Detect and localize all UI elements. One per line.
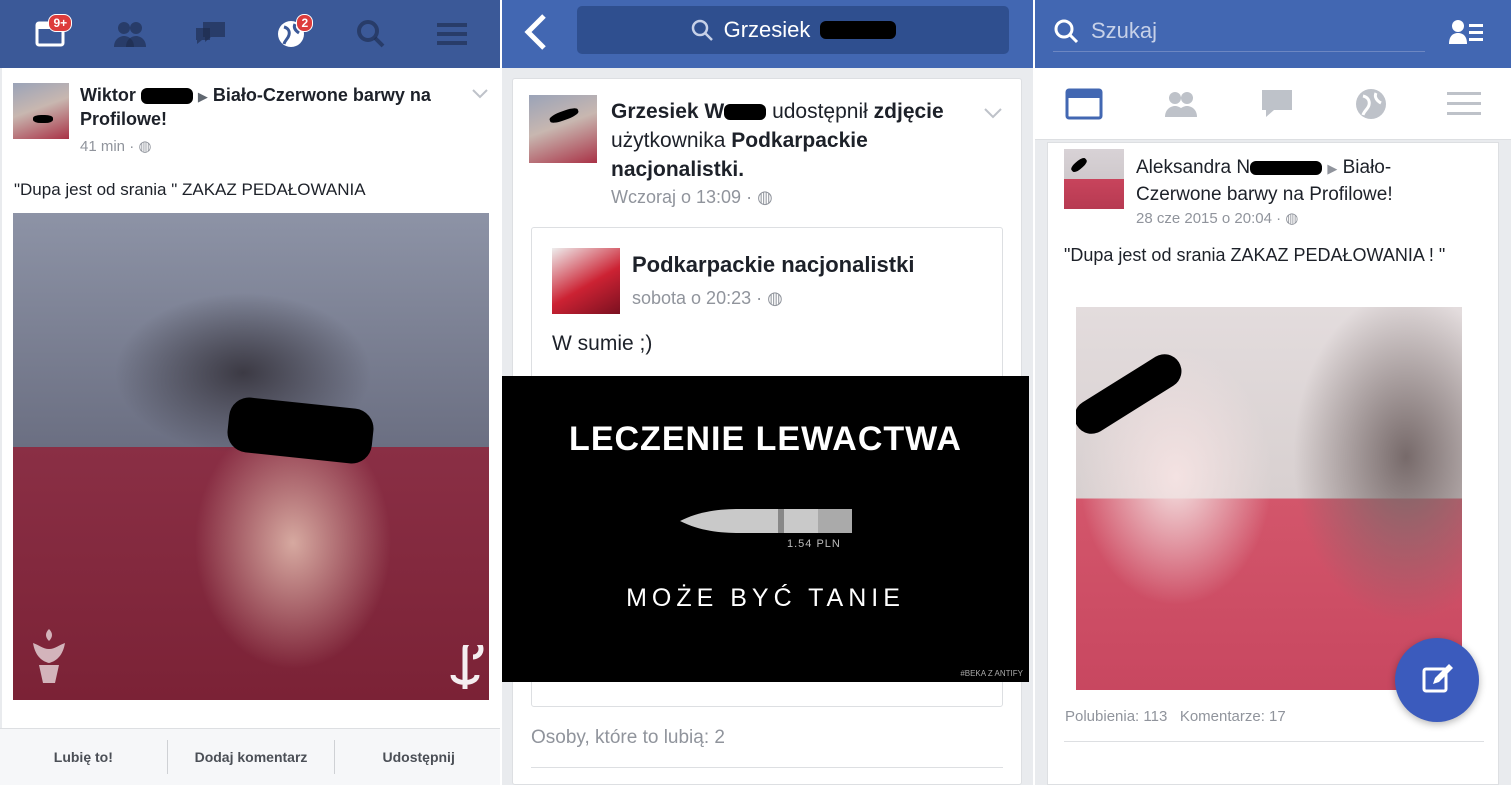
- news-feed-button[interactable]: 9+: [28, 12, 73, 56]
- post-options-chevron-icon[interactable]: [471, 88, 489, 100]
- post-time[interactable]: 28 cze 2015 o 20:04: [1136, 210, 1272, 227]
- menu-button[interactable]: [430, 12, 474, 56]
- meme-watermark: #BEKA Z ANTIFY: [960, 669, 1023, 678]
- panel-shared-post: Grzesiek Grzesiek W udostępnił zdjęcie u…: [502, 0, 1035, 785]
- search-field[interactable]: Grzesiek: [577, 6, 1009, 54]
- notifications-tab-icon[interactable]: [1354, 87, 1388, 121]
- author-name[interactable]: Grzesiek W: [611, 100, 724, 123]
- friend-requests-icon[interactable]: [1449, 18, 1483, 46]
- menu-tab-icon[interactable]: [1447, 90, 1482, 118]
- likes-count[interactable]: Osoby, które to lubią: 2: [531, 727, 725, 749]
- shared-text: W sumie ;): [552, 332, 653, 355]
- redacted-surname: [140, 88, 193, 105]
- messages-tab-icon[interactable]: [1260, 88, 1294, 120]
- shared-page-name[interactable]: Podkarpackie nacjonalistki: [632, 254, 914, 276]
- post-options-chevron-icon[interactable]: [983, 107, 1003, 121]
- like-button[interactable]: Lubię to!: [0, 741, 167, 773]
- comment-button[interactable]: Dodaj komentarz: [168, 741, 335, 773]
- post-meta: Wczoraj o 13:09 · ◍: [611, 187, 773, 208]
- anchor-emblem-icon: [450, 645, 484, 689]
- post-stats: Polubienia: 113 Komentarze: 17: [1065, 708, 1286, 725]
- notifications-button[interactable]: 2: [269, 12, 314, 56]
- post-photo[interactable]: [1076, 307, 1462, 690]
- likes-count[interactable]: Polubienia: 113: [1065, 708, 1167, 725]
- messages-button[interactable]: [189, 12, 233, 56]
- share-button[interactable]: Udostępnij: [335, 741, 502, 773]
- top-nav-bar: 9+ 2: [0, 0, 502, 68]
- action-text: udostępnił: [772, 100, 868, 123]
- post-header: Wiktor ▶ Biało-Czerwone barwy na Profilo…: [80, 84, 460, 130]
- chat-icon: [195, 22, 225, 44]
- search-icon: [691, 19, 713, 41]
- author-avatar[interactable]: [1064, 149, 1124, 209]
- friends-icon: [114, 22, 147, 47]
- redacted-surname: [820, 21, 897, 39]
- meme-image[interactable]: LECZENIE LEWACTWA 1.54 PLN MOŻE BYĆ TANI…: [502, 376, 1029, 682]
- panel-feed-post-1: 9+ 2 Wiktor ▶ Biało-Czerwone barwy na Pr…: [0, 0, 502, 785]
- privacy-globe-icon: · ◍: [756, 288, 783, 308]
- divider: [1064, 741, 1484, 742]
- post-header: Aleksandra N ▶ Biało-Czerwone barwy na P…: [1136, 155, 1476, 208]
- post-meta: 41 min · ◍: [80, 137, 151, 155]
- divider: [531, 767, 1003, 768]
- arrow-icon: ▶: [1327, 161, 1338, 176]
- top-nav-bar: Grzesiek: [502, 0, 1035, 68]
- friends-tab-icon[interactable]: [1162, 89, 1200, 119]
- meme-title: LECZENIE LEWACTWA: [569, 420, 962, 458]
- redaction-blot: [225, 395, 376, 466]
- page-avatar[interactable]: [552, 248, 620, 314]
- author-avatar[interactable]: [13, 83, 69, 139]
- author-name[interactable]: Wiktor: [80, 85, 136, 105]
- post-photo[interactable]: [13, 213, 489, 700]
- privacy-globe-icon: · ◍: [1276, 210, 1299, 227]
- post-card: Wiktor ▶ Biało-Czerwone barwy na Profilo…: [2, 68, 500, 728]
- redacted-surname: [1250, 160, 1323, 175]
- news-feed-tab-icon[interactable]: [1065, 88, 1103, 120]
- privacy-globe-icon: · ◍: [746, 187, 773, 207]
- post-text: "Dupa jest od srania ZAKAZ PEDAŁOWANIA !…: [1064, 245, 1446, 265]
- tab-bar: [1035, 68, 1511, 140]
- post-time[interactable]: Wczoraj o 13:09: [611, 187, 741, 207]
- meme-subtitle: MOŻE BYĆ TANIE: [626, 584, 905, 612]
- photo-link[interactable]: zdjęcie: [874, 100, 944, 123]
- notification-badge: 9+: [48, 14, 73, 32]
- post-action-bar: Lubię to! Dodaj komentarz Udostępnij: [0, 728, 502, 785]
- hamburger-icon: [436, 23, 467, 45]
- post-header: Grzesiek W udostępnił zdjęcie użytkownik…: [611, 97, 971, 184]
- post-text: "Dupa jest od srania " ZAKAZ PEDAŁOWANIA: [14, 180, 366, 199]
- search-icon: [1054, 19, 1079, 43]
- top-nav-bar: Szukaj: [1035, 0, 1511, 68]
- meme-price: 1.54 PLN: [787, 538, 841, 550]
- privacy-globe-icon: · ◍: [129, 138, 152, 155]
- comments-count[interactable]: Komentarze: 17: [1180, 708, 1286, 725]
- globe-badge: 2: [296, 14, 314, 32]
- search-placeholder: Szukaj: [1091, 17, 1158, 43]
- search-value: Grzesiek: [723, 17, 811, 42]
- arrow-icon: ▶: [197, 89, 208, 104]
- search-button[interactable]: [349, 12, 393, 56]
- redaction-blot: [1076, 347, 1188, 441]
- author-name[interactable]: Aleksandra N: [1136, 157, 1250, 178]
- panel-feed-post-2: Szukaj Aleksandra N ▶ Biało-Czerwone bar…: [1035, 0, 1511, 785]
- user-text: użytkownika: [611, 129, 726, 152]
- redaction-blot: [548, 106, 580, 125]
- eagle-emblem-icon: [33, 629, 65, 683]
- compose-icon: [1422, 664, 1453, 693]
- back-arrow-icon[interactable]: [518, 12, 554, 52]
- shared-time[interactable]: sobota o 20:23: [632, 288, 751, 308]
- post-time[interactable]: 41 min: [80, 138, 125, 155]
- post-meta: 28 cze 2015 o 20:04 · ◍: [1136, 209, 1298, 227]
- redaction-blot: [1069, 156, 1089, 174]
- shared-meta: sobota o 20:23 · ◍: [632, 288, 783, 309]
- compose-button[interactable]: [1395, 638, 1479, 722]
- friend-requests-button[interactable]: [108, 12, 152, 56]
- bullet-icon: [680, 509, 852, 533]
- redacted-surname: [724, 104, 767, 121]
- redaction-blot: [33, 115, 53, 123]
- search-field[interactable]: Szukaj: [1053, 10, 1425, 52]
- author-avatar[interactable]: [529, 95, 597, 163]
- search-icon: [357, 20, 385, 48]
